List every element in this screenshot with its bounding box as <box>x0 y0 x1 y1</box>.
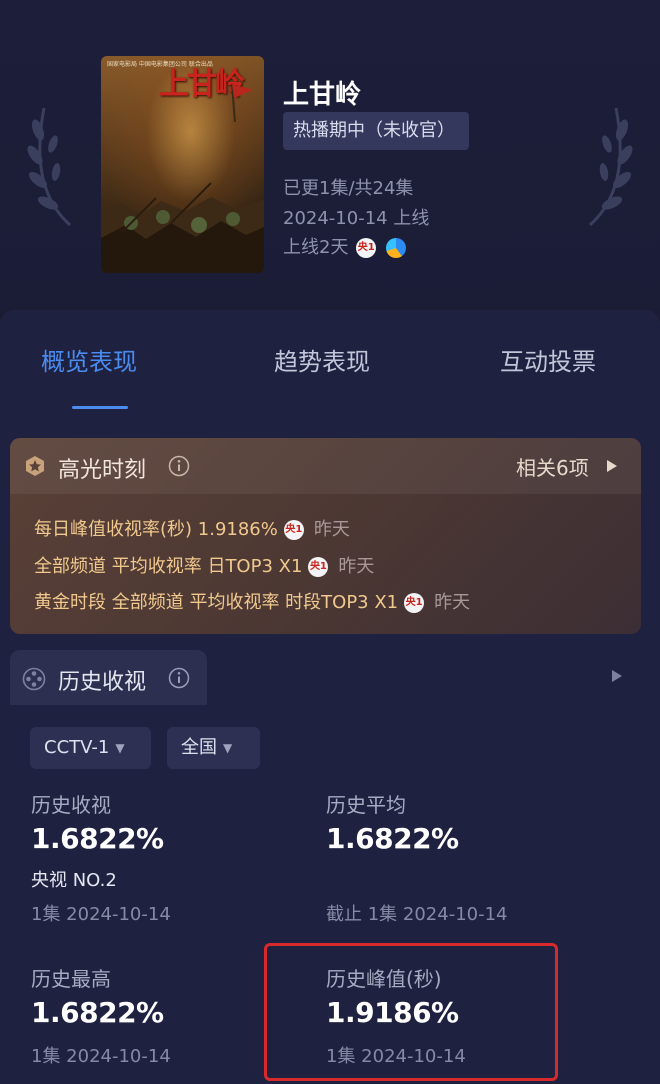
chevron-right-icon[interactable] <box>611 669 623 683</box>
stat-label: 历史平均 <box>326 793 406 817</box>
related-items-link[interactable]: 相关6项 <box>516 452 589 481</box>
highlight-item-time: 昨天 <box>313 519 350 540</box>
tab-voting[interactable]: 互动投票 <box>500 342 596 377</box>
history-ratings-title: 历史收视 <box>58 670 147 695</box>
stat-value: 1.6822% <box>31 822 164 855</box>
tab-trends[interactable]: 趋势表现 <box>274 342 370 377</box>
poster-soldiers-illustration <box>101 182 264 273</box>
laurel-left-icon <box>27 107 71 227</box>
highlight-item-text: 黄金时段 全部频道 平均收视率 时段TOP3 X1 <box>34 592 399 613</box>
channel-select-value: CCTV-1 <box>44 737 110 758</box>
tab-overview[interactable]: 概览表现 <box>41 342 137 377</box>
stat-date: 截止 1集 2024-10-14 <box>326 904 508 925</box>
stat-value: 1.6822% <box>31 996 164 1029</box>
streaming-app-icon[interactable] <box>385 238 406 258</box>
channel-select[interactable]: CCTV-1 ▼ <box>30 727 151 769</box>
laurel-right-icon <box>589 107 633 227</box>
caret-down-icon: ▼ <box>223 741 233 755</box>
region-select[interactable]: 全国 ▼ <box>167 727 260 769</box>
stat-date: 1集 2024-10-14 <box>31 1046 171 1067</box>
status-badge: 热播期中（未收官） <box>283 112 469 150</box>
star-badge-icon <box>26 456 44 476</box>
info-icon[interactable] <box>168 455 190 477</box>
highlight-item-time: 昨天 <box>434 592 471 613</box>
flag-icon <box>231 83 253 122</box>
cctv1-channel-icon[interactable]: 央1 <box>356 238 377 258</box>
caret-down-icon: ▼ <box>115 741 125 755</box>
show-poster[interactable]: 国家电影局 中国电影集团公司 联合出品 上甘岭 <box>101 56 264 273</box>
highlights-title: 高光时刻 <box>58 458 147 483</box>
stat-rank: 央视 NO.2 <box>31 870 117 891</box>
highlight-item[interactable]: 每日峰值收视率(秒) 1.9186% 央1 昨天 <box>34 515 350 541</box>
highlight-item-text: 每日峰值收视率(秒) 1.9186% <box>34 519 278 540</box>
episode-count: 已更1集/共24集 <box>283 178 414 199</box>
active-tab-indicator <box>72 406 128 409</box>
stat-value: 1.6822% <box>326 822 459 855</box>
show-title: 上甘岭 <box>283 80 362 110</box>
highlight-item-text: 全部频道 平均收视率 日TOP3 X1 <box>34 556 303 577</box>
cctv1-channel-icon: 央1 <box>308 557 329 577</box>
cctv1-channel-icon: 央1 <box>283 520 304 540</box>
highlight-item[interactable]: 全部频道 平均收视率 日TOP3 X1 央1 昨天 <box>34 552 374 578</box>
stat-label: 历史最高 <box>31 967 111 991</box>
show-header <box>0 0 660 310</box>
annotation-highlight-box <box>264 943 558 1081</box>
days-online: 上线2天 央1 <box>283 233 406 259</box>
chevron-right-icon[interactable] <box>606 459 618 473</box>
region-select-value: 全国 <box>181 737 217 758</box>
film-reel-icon <box>22 667 46 691</box>
cctv1-channel-icon: 央1 <box>404 593 425 613</box>
days-online-text: 上线2天 <box>283 237 349 258</box>
stat-label: 历史收视 <box>31 793 111 817</box>
highlight-item-time: 昨天 <box>338 556 375 577</box>
release-date: 2024-10-14 上线 <box>283 208 430 229</box>
stat-date: 1集 2024-10-14 <box>31 904 171 925</box>
highlight-item[interactable]: 黄金时段 全部频道 平均收视率 时段TOP3 X1 央1 昨天 <box>34 588 470 614</box>
info-icon[interactable] <box>168 667 190 689</box>
